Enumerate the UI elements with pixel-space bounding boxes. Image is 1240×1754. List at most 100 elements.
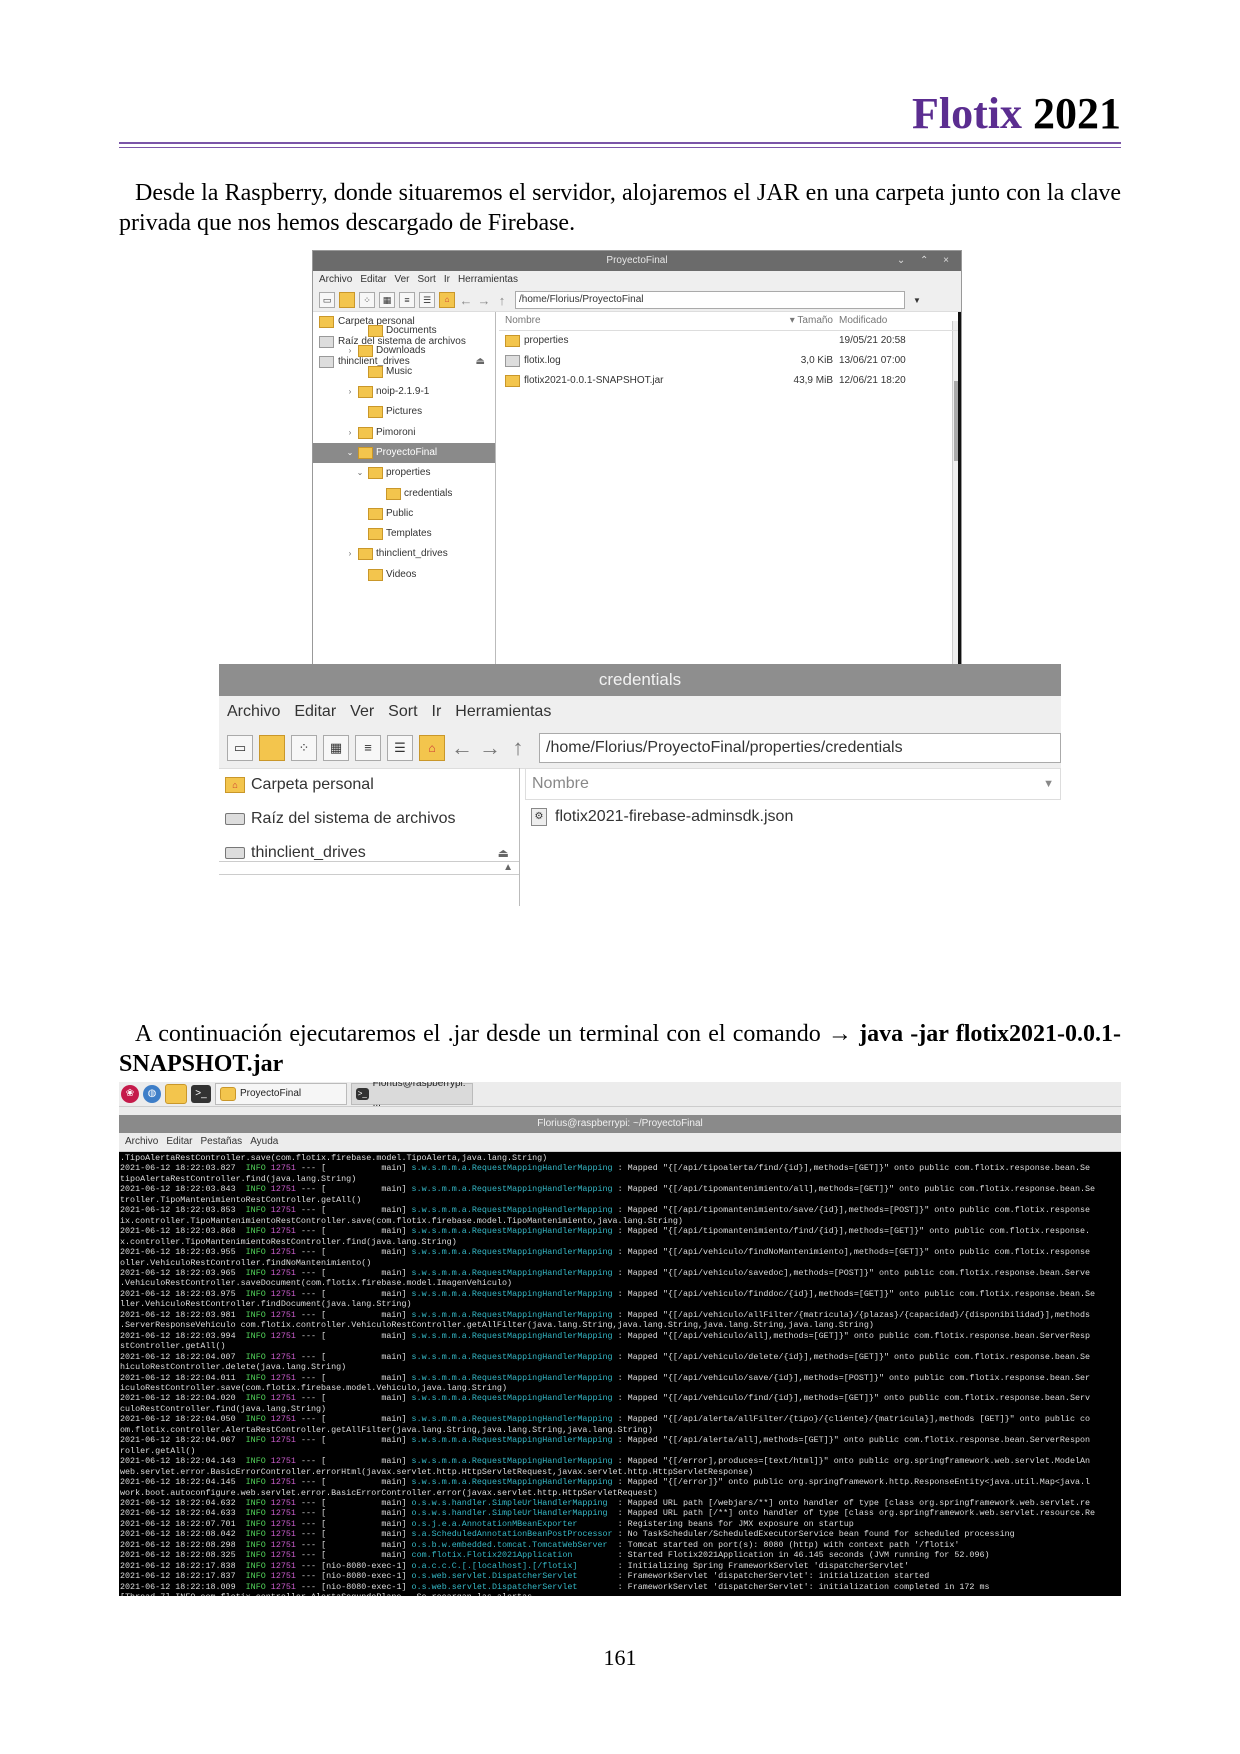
up-icon[interactable]: ↑ <box>507 736 529 760</box>
sidebar: ⌂ Carpeta personal Raíz del sistema de ar… <box>219 768 520 906</box>
tree-item[interactable]: Public <box>313 504 495 524</box>
menu-sort[interactable]: Sort <box>388 703 417 720</box>
terminal-line: oller.VehiculoRestController.findNoMante… <box>120 1257 372 1268</box>
file-row[interactable]: flotix.log 3,0 KiB 13/06/21 07:00 <box>499 351 961 371</box>
forward-icon[interactable]: → <box>479 736 501 760</box>
tree-item[interactable]: Pictures <box>313 402 495 422</box>
terminal-line: [Thread-7] INFO com.flotix.controller.Al… <box>120 1592 1121 1596</box>
expander-icon[interactable]: › <box>345 544 355 564</box>
header-rule <box>119 142 1121 144</box>
file-modified: 19/05/21 20:58 <box>839 335 906 346</box>
new-folder-icon[interactable] <box>259 735 285 761</box>
terminal-line: tipoAlertaRestController.find(java.lang.… <box>120 1173 357 1184</box>
expander-icon[interactable]: ⌄ <box>355 463 365 483</box>
list-view-icon[interactable]: ☰ <box>387 735 413 761</box>
place-home[interactable]: ⌂ Carpeta personal <box>219 768 519 802</box>
tree-item[interactable]: › Downloads <box>313 341 495 361</box>
terminal-output[interactable]: .TipoAlertaRestController.save(com.floti… <box>119 1152 1121 1596</box>
icon-view-icon[interactable]: ⁘ <box>291 735 317 761</box>
new-window-icon[interactable]: ▭ <box>319 292 335 308</box>
forward-icon[interactable]: → <box>477 293 491 308</box>
file-manager-credentials: credentials Archivo Editar Ver Sort Ir Herram… <box>219 664 1061 906</box>
tree-item[interactable]: credentials <box>313 483 495 503</box>
folder-icon <box>358 548 373 561</box>
home-icon[interactable]: ⌂ <box>439 292 455 308</box>
expander-icon[interactable]: ⌄ <box>345 443 355 463</box>
back-icon[interactable]: ← <box>451 736 473 760</box>
new-folder-icon[interactable] <box>339 292 355 308</box>
back-icon[interactable]: ← <box>459 293 473 308</box>
expander-icon[interactable]: › <box>345 341 355 361</box>
tree-item[interactable]: › Pimoroni <box>313 422 495 442</box>
file-row[interactable]: ⚙ flotix2021-firebase-adminsdk.json <box>525 800 1061 834</box>
scroll-up-icon[interactable]: ▲ <box>503 862 513 873</box>
terminal-line: 2021-06-12 18:22:03.994 INFO 12751 --- [… <box>120 1330 1091 1341</box>
page-header: Flotix 2021 <box>912 92 1121 136</box>
tree-item[interactable]: Documents <box>313 321 495 341</box>
home-icon[interactable]: ⌂ <box>419 735 445 761</box>
menu-editar[interactable]: Editar <box>294 703 336 720</box>
menu-herramientas[interactable]: Herramientas <box>458 274 518 285</box>
compact-view-icon[interactable]: ≡ <box>399 292 415 308</box>
tree-item[interactable]: Music <box>313 362 495 382</box>
file-row[interactable]: flotix2021-0.0.1-SNAPSHOT.jar 43,9 MiB 1… <box>499 371 961 391</box>
menu-sort[interactable]: Sort <box>418 274 436 285</box>
terminal-line: 2021-06-12 18:22:08.325 INFO 12751 --- [… <box>120 1550 990 1561</box>
paragraph-command: A continuación ejecutaremos el .jar desd… <box>119 1019 1121 1079</box>
column-name[interactable]: Nombre <box>499 312 775 330</box>
place-root[interactable]: Raíz del sistema de archivos <box>219 802 519 836</box>
compact-view-icon[interactable]: ≡ <box>355 735 381 761</box>
task-button-terminal[interactable]: >_ Florius@raspberrypi: ... <box>351 1082 473 1109</box>
menu-ver[interactable]: Ver <box>350 703 374 720</box>
column-header-name[interactable]: Nombre ▼ <box>525 768 1061 800</box>
expander-icon[interactable]: › <box>345 382 355 402</box>
menu-editar[interactable]: Editar <box>360 274 386 285</box>
file-list: Nombre ▾ Tamaño Modificado properties 19… <box>499 312 961 667</box>
menu-archivo[interactable]: Archivo <box>227 703 280 720</box>
header-brand: Flotix <box>912 89 1022 138</box>
path-input[interactable]: /home/Florius/ProyectoFinal <box>515 291 905 309</box>
menu-ayuda[interactable]: Ayuda <box>250 1136 278 1147</box>
file-list: Nombre ▼ ⚙ flotix2021-firebase-adminsdk.… <box>525 768 1061 906</box>
menu-ir[interactable]: Ir <box>444 274 450 285</box>
column-modified[interactable]: Modificado <box>833 312 909 330</box>
task-label: ProyectoFinal <box>240 1088 302 1099</box>
file-row[interactable]: properties 19/05/21 20:58 <box>499 331 961 351</box>
column-size[interactable]: ▾ Tamaño <box>775 312 833 330</box>
menu-archivo[interactable]: Archivo <box>125 1136 158 1147</box>
tree-item[interactable]: Templates <box>313 524 495 544</box>
terminal-line: stController.getAll() <box>120 1341 226 1352</box>
tree-item[interactable]: Videos <box>313 565 495 585</box>
task-button-proyectofinal[interactable]: ProyectoFinal <box>215 1083 347 1105</box>
tree-item[interactable]: ⌄ properties <box>313 463 495 483</box>
folder-icon <box>358 386 373 399</box>
file-manager-proyectofinal: ProyectoFinal ⌄ ⌃ × Archivo Editar Ver Sort… <box>312 250 962 668</box>
browser-icon[interactable]: ◍ <box>143 1085 161 1103</box>
path-dropdown-icon[interactable]: ▼ <box>913 296 921 305</box>
tree-item[interactable]: › thinclient_drives <box>313 544 495 564</box>
menu-ver[interactable]: Ver <box>394 274 409 285</box>
terminal-icon[interactable]: >_ <box>191 1085 211 1103</box>
menu-archivo[interactable]: Archivo <box>319 274 352 285</box>
menu-pestanas[interactable]: Pestañas <box>200 1136 242 1147</box>
list-view-icon[interactable]: ☰ <box>419 292 435 308</box>
raspberry-menu-icon[interactable]: ❀ <box>121 1085 139 1103</box>
terminal-line: .ServerResponseVehiculo com.flotix.contr… <box>120 1320 874 1331</box>
menu-ir[interactable]: Ir <box>432 703 442 720</box>
tree-item[interactable]: ⌄ ProyectoFinal <box>313 442 495 464</box>
icon-view-icon[interactable]: ⁘ <box>359 292 375 308</box>
expander-icon[interactable]: › <box>345 423 355 443</box>
path-input[interactable]: /home/Florius/ProyectoFinal/properties/c… <box>539 733 1061 763</box>
tree-item[interactable]: › noip-2.1.9-1 <box>313 382 495 402</box>
thumbnail-view-icon[interactable]: ▦ <box>323 735 349 761</box>
sort-dropdown-icon[interactable]: ▼ <box>1043 769 1054 799</box>
menu-editar[interactable]: Editar <box>166 1136 192 1147</box>
up-icon[interactable]: ↑ <box>495 293 509 308</box>
thumbnail-view-icon[interactable]: ▦ <box>379 292 395 308</box>
file-manager-icon[interactable] <box>165 1084 187 1104</box>
window-controls[interactable]: ⌄ ⌃ × <box>897 251 955 271</box>
new-window-icon[interactable]: ▭ <box>227 735 253 761</box>
menu-herramientas[interactable]: Herramientas <box>455 703 551 720</box>
column-name-label: Nombre <box>532 775 589 792</box>
taskbar: ❀ ◍ >_ ProyectoFinal >_ Florius@raspberry… <box>119 1082 1121 1109</box>
